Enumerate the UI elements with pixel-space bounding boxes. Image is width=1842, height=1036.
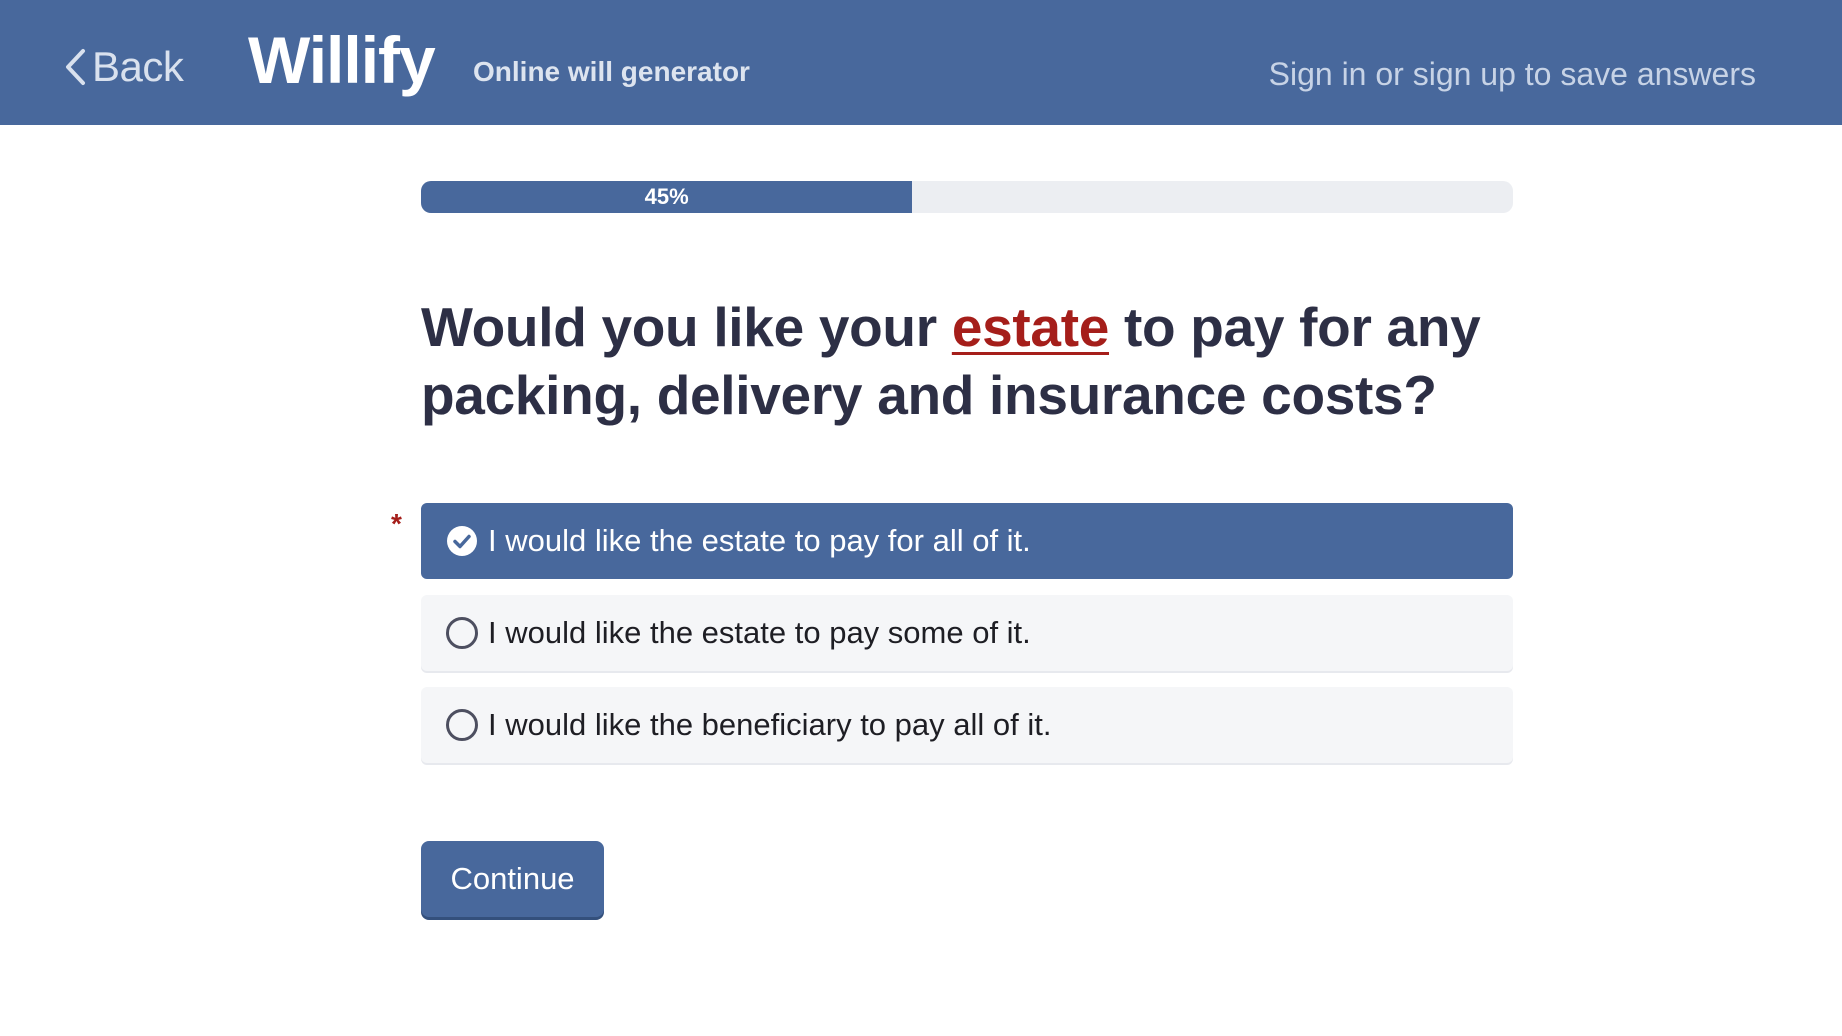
tagline: Online will generator xyxy=(473,56,750,87)
estate-definition-link[interactable]: estate xyxy=(952,296,1109,358)
question-heading: Would you like your estate to pay for an… xyxy=(421,293,1521,429)
option-label: I would like the estate to pay for all o… xyxy=(488,523,1031,558)
signin-link[interactable]: Sign in or sign up to save answers xyxy=(1269,56,1756,93)
top-header: Back Willify Online will generator Sign … xyxy=(0,0,1842,125)
question-text-before: Would you like your xyxy=(421,296,952,358)
progress-bar: 45% xyxy=(421,181,1513,213)
continue-button[interactable]: Continue xyxy=(421,841,604,917)
option-label: I would like the beneficiary to pay all … xyxy=(488,707,1052,742)
option-estate-pays-some[interactable]: I would like the estate to pay some of i… xyxy=(421,595,1513,671)
option-beneficiary-pays-all[interactable]: I would like the beneficiary to pay all … xyxy=(421,687,1513,763)
required-marker: * xyxy=(391,508,402,539)
progress-fill: 45% xyxy=(421,181,913,213)
back-button[interactable]: Back xyxy=(64,43,184,90)
back-label: Back xyxy=(92,43,184,90)
progress-label: 45% xyxy=(644,184,689,209)
radio-icon[interactable] xyxy=(446,617,478,649)
option-estate-pays-all[interactable]: I would like the estate to pay for all o… xyxy=(421,503,1513,579)
check-circle-icon xyxy=(447,526,477,556)
logo[interactable]: Willify xyxy=(248,22,436,98)
option-label: I would like the estate to pay some of i… xyxy=(488,615,1031,650)
answer-options: I would like the estate to pay for all o… xyxy=(421,503,1513,779)
chevron-left-icon xyxy=(64,48,86,86)
radio-icon[interactable] xyxy=(446,709,478,741)
